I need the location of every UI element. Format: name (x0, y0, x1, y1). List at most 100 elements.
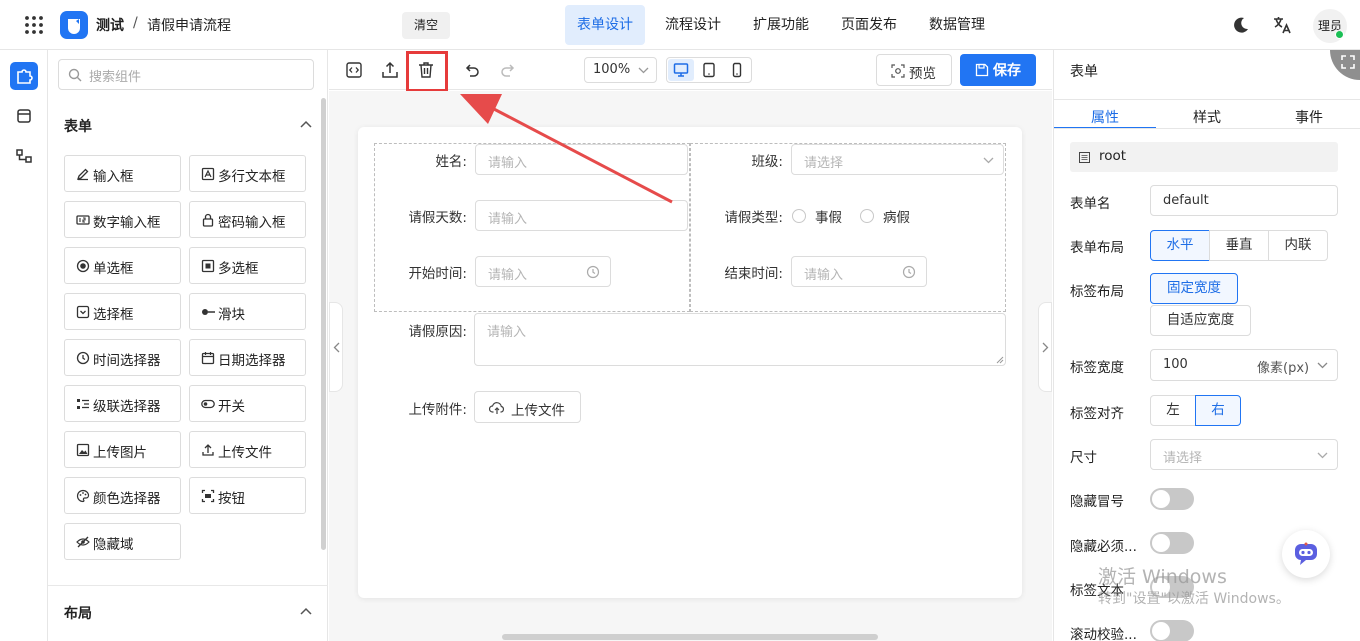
component-select[interactable]: 选择框 (64, 293, 181, 330)
tab-props-events[interactable]: 事件 (1258, 100, 1360, 136)
field-label-end: 结束时间: (724, 266, 783, 282)
label-width-unit: 像素(px) (1257, 361, 1310, 376)
component-hidden-field[interactable]: 隐藏域 (64, 523, 181, 560)
component-radio[interactable]: 单选框 (64, 247, 181, 284)
save-button[interactable]: 保存 (960, 54, 1036, 86)
label-width-input[interactable]: 100 像素(px) (1150, 349, 1338, 381)
eye-off-icon (76, 536, 90, 548)
export-icon[interactable] (380, 60, 400, 80)
component-password[interactable]: 密码输入框 (189, 201, 306, 238)
top-bar: 测试 / 请假申请流程 清空 表单设计 流程设计 扩展功能 页面发布 数据管理 … (0, 0, 1360, 50)
chevron-down-icon (1317, 362, 1328, 369)
reason-textarea[interactable]: 请输入 (474, 313, 1006, 366)
online-status-dot (1335, 30, 1344, 39)
scroll-validate-switch[interactable] (1150, 620, 1194, 641)
component-label: 日期选择器 (218, 353, 286, 369)
app-grid-icon[interactable] (24, 15, 44, 35)
annotation-arrow (460, 94, 673, 204)
translate-icon[interactable] (1272, 15, 1292, 35)
canvas-h-scrollbar[interactable] (502, 634, 878, 640)
page-title: 请假申请流程 (147, 18, 231, 34)
start-time-picker[interactable]: 请输入 (475, 256, 611, 287)
component-panel: 搜索组件 表单 输入框 多行文本框 数字输入框 密码输入框 单选框 多选框 选择… (48, 50, 328, 641)
field-label-leave-type: 请假类型: (724, 210, 783, 226)
form-name-input[interactable]: default (1150, 185, 1338, 216)
moon-icon[interactable] (1232, 16, 1250, 34)
radio-sick-leave[interactable] (860, 209, 874, 223)
tab-props-style[interactable]: 样式 (1156, 100, 1258, 136)
component-search-input[interactable]: 搜索组件 (58, 59, 314, 90)
section-title-layout: 布局 (64, 606, 92, 622)
label-align-label: 标签对齐 (1070, 406, 1124, 422)
layout-horizontal-button[interactable]: 水平 (1150, 230, 1210, 261)
component-label: 按钮 (218, 491, 245, 507)
flow-icon (16, 149, 32, 163)
size-select[interactable]: 请选择 (1150, 439, 1338, 470)
component-label: 数字输入框 (93, 215, 161, 231)
collapse-right-button[interactable] (1038, 302, 1052, 392)
clear-button[interactable]: 清空 (402, 12, 450, 39)
rail-outline[interactable] (10, 142, 38, 170)
field-label-start: 开始时间: (408, 266, 467, 282)
label-layout-label: 标签布局 (1070, 284, 1124, 300)
end-time-picker[interactable]: 请输入 (791, 256, 927, 287)
form-layout-label: 表单布局 (1070, 240, 1124, 256)
puzzle-icon (17, 69, 33, 84)
root-node[interactable]: root (1070, 142, 1338, 172)
tab-flow-design[interactable]: 流程设计 (653, 5, 733, 45)
component-input[interactable]: 输入框 (64, 155, 181, 192)
form-name-label: 表单名 (1070, 196, 1111, 212)
layout-inline-button[interactable]: 内联 (1268, 230, 1328, 261)
resize-handle-icon[interactable] (996, 356, 1004, 364)
label-fixed-width-button[interactable]: 固定宽度 (1150, 273, 1238, 304)
tab-form-design[interactable]: 表单设计 (565, 5, 645, 45)
tablet-icon[interactable] (701, 62, 717, 78)
preview-button[interactable]: 预览 (876, 54, 952, 86)
radio-personal-leave[interactable] (792, 209, 806, 223)
layout-vertical-button[interactable]: 垂直 (1209, 230, 1269, 261)
tab-extensions[interactable]: 扩展功能 (741, 5, 821, 45)
tab-props-attributes[interactable]: 属性 (1054, 100, 1156, 136)
rail-code[interactable] (10, 102, 38, 130)
component-upload-file[interactable]: 上传文件 (189, 431, 306, 468)
chevron-up-icon[interactable] (300, 607, 312, 615)
component-switch[interactable]: 开关 (189, 385, 306, 422)
component-number[interactable]: 数字输入框 (64, 201, 181, 238)
panel-scrollbar[interactable] (321, 98, 326, 550)
tab-page-publish[interactable]: 页面发布 (829, 5, 909, 45)
field-label-attachment: 上传附件: (408, 402, 467, 418)
chevron-up-icon[interactable] (300, 120, 312, 128)
mobile-icon[interactable] (729, 62, 745, 78)
undo-icon[interactable] (462, 60, 482, 80)
component-time-picker[interactable]: 时间选择器 (64, 339, 181, 376)
code-icon[interactable] (344, 60, 364, 80)
label-auto-width-button[interactable]: 自适应宽度 (1150, 305, 1251, 336)
component-cascader[interactable]: 级联选择器 (64, 385, 181, 422)
collapse-left-button[interactable] (329, 302, 343, 392)
hide-colon-switch[interactable] (1150, 488, 1194, 510)
component-slider[interactable]: 滑块 (189, 293, 306, 330)
align-left-button[interactable]: 左 (1150, 395, 1196, 426)
component-textarea[interactable]: 多行文本框 (189, 155, 306, 192)
component-label: 颜色选择器 (93, 491, 161, 507)
class-select[interactable]: 请选择 (791, 144, 1004, 175)
clock-icon (902, 265, 916, 279)
cloud-upload-icon (489, 402, 505, 414)
tab-data-manage[interactable]: 数据管理 (917, 5, 997, 45)
component-label: 上传文件 (218, 445, 272, 461)
desktop-icon[interactable] (673, 62, 689, 78)
hide-required-switch[interactable] (1150, 532, 1194, 554)
rail-components[interactable] (10, 62, 38, 90)
align-right-button[interactable]: 右 (1195, 395, 1241, 426)
component-button[interactable]: 按钮 (189, 477, 306, 514)
component-checkbox[interactable]: 多选框 (189, 247, 306, 284)
component-label: 密码输入框 (218, 215, 286, 231)
component-color-picker[interactable]: 颜色选择器 (64, 477, 181, 514)
redo-icon[interactable] (498, 60, 518, 80)
component-date-picker[interactable]: 日期选择器 (189, 339, 306, 376)
chat-assistant-button[interactable] (1282, 530, 1330, 578)
upload-file-button[interactable]: 上传文件 (474, 391, 581, 423)
switch-icon (201, 399, 215, 409)
windows-watermark-title: 激活 Windows (1098, 566, 1227, 588)
component-upload-image[interactable]: 上传图片 (64, 431, 181, 468)
